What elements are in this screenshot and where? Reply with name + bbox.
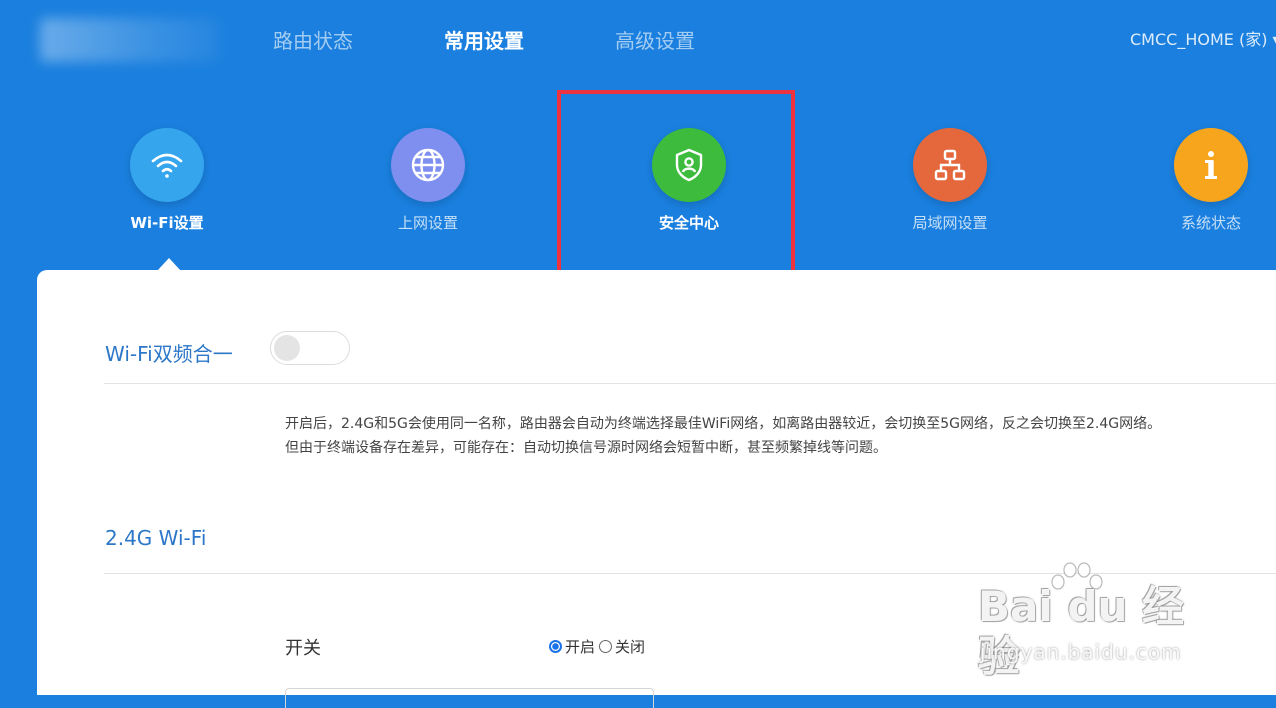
globe-icon <box>391 128 465 202</box>
feature-label: 安全中心 <box>658 214 719 232</box>
feature-internet-settings[interactable]: 上网设置 <box>358 128 498 233</box>
divider <box>104 383 1276 384</box>
feature-label: Wi-Fi设置 <box>130 214 204 232</box>
radio-on[interactable] <box>549 640 562 653</box>
feature-label: 上网设置 <box>397 214 458 232</box>
dual-band-title: Wi-Fi双频合一 <box>105 342 233 366</box>
feature-system-status[interactable]: 系统状态 <box>1141 128 1276 233</box>
description-line: 但由于终端设备存在差异，可能存在：自动切换信号源时网络会短暂中断，甚至频繁掉线等… <box>285 440 887 456</box>
top-nav: 路由状态 常用设置 高级设置 <box>0 26 1276 56</box>
network-tree-icon <box>913 128 987 202</box>
wifi24-name-input[interactable] <box>285 688 654 708</box>
shield-user-icon <box>652 128 726 202</box>
info-icon <box>1174 128 1248 202</box>
wifi24-switch-radio-group: 开启 关闭 <box>549 636 645 657</box>
toggle-knob <box>274 335 300 361</box>
settings-panel: Wi-Fi双频合一 开启后，2.4G和5G会使用同一名称，路由器会自动为终端选择… <box>37 270 1276 708</box>
ssid-dropdown[interactable]: CMCC_HOME (家) ▾ <box>1130 27 1276 53</box>
dual-band-description: 开启后，2.4G和5G会使用同一名称，路由器会自动为终端选择最佳WiFi网络，如… <box>285 412 1161 460</box>
radio-off[interactable] <box>599 640 613 653</box>
feature-wifi-settings[interactable]: Wi-Fi设置 <box>97 128 237 233</box>
feature-label: 局域网设置 <box>912 214 988 232</box>
nav-common-settings[interactable]: 常用设置 <box>444 26 524 56</box>
feature-security-center[interactable]: 安全中心 <box>619 128 759 233</box>
dual-band-toggle[interactable] <box>270 331 350 365</box>
wifi24-title: 2.4G Wi-Fi <box>105 526 207 550</box>
nav-router-status[interactable]: 路由状态 <box>273 26 353 56</box>
wifi24-switch-label: 开关 <box>285 638 321 659</box>
description-line: 开启后，2.4G和5G会使用同一名称，路由器会自动为终端选择最佳WiFi网络，如… <box>285 416 1162 432</box>
divider <box>104 573 1276 574</box>
nav-advanced-settings[interactable]: 高级设置 <box>615 26 695 56</box>
feature-label: 系统状态 <box>1180 214 1241 232</box>
feature-lan-settings[interactable]: 局域网设置 <box>880 128 1020 233</box>
wifi-icon <box>130 128 204 202</box>
radio-on-label[interactable]: 开启 <box>565 636 595 657</box>
radio-off-label[interactable]: 关闭 <box>615 636 645 657</box>
